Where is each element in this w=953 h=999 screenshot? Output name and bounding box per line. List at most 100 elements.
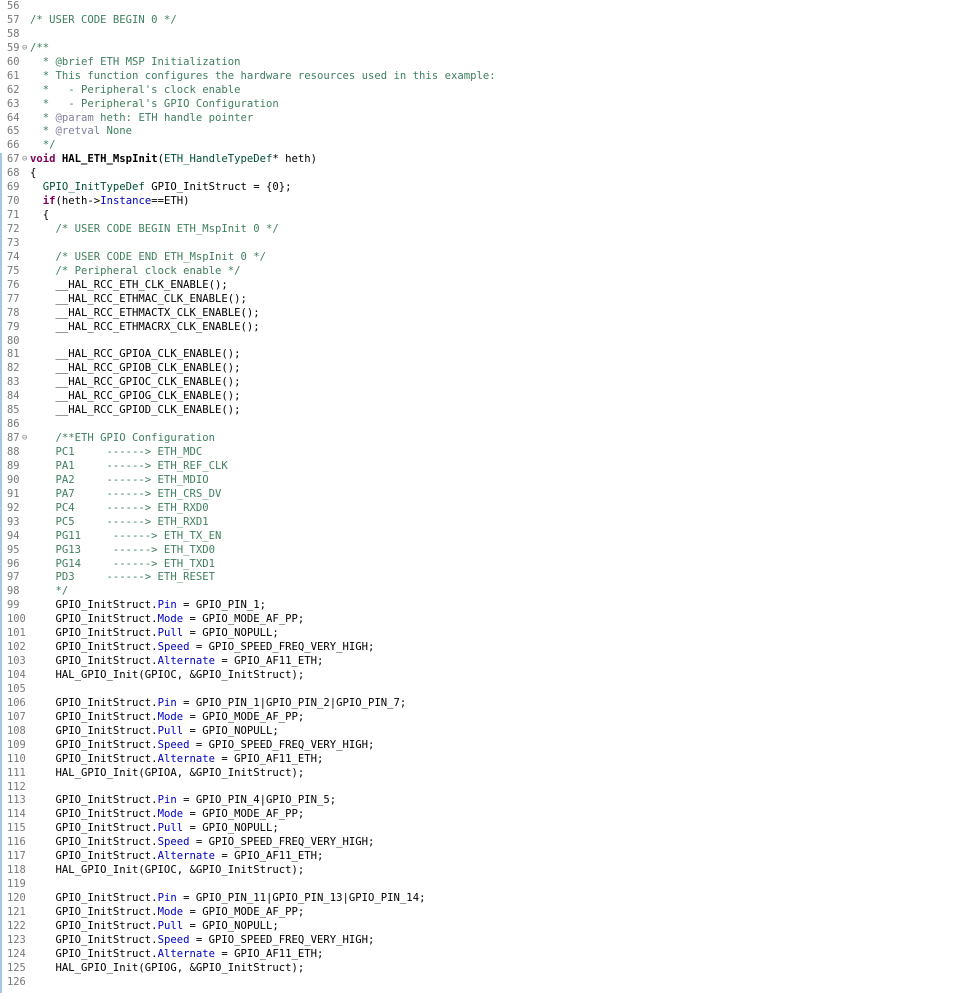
- code-line[interactable]: 77 __HAL_RCC_ETHMAC_CLK_ENABLE();: [0, 293, 953, 307]
- code-line[interactable]: 107 GPIO_InitStruct.Mode = GPIO_MODE_AF_…: [0, 711, 953, 725]
- code-line[interactable]: 103 GPIO_InitStruct.Alternate = GPIO_AF1…: [0, 655, 953, 669]
- code-line[interactable]: 93 PC5 ------> ETH_RXD1: [0, 516, 953, 530]
- code-line[interactable]: 118 HAL_GPIO_Init(GPIOC, &GPIO_InitStruc…: [0, 864, 953, 878]
- code-line[interactable]: 95 PG13 ------> ETH_TXD0: [0, 544, 953, 558]
- code-token: * This function configures the hardware …: [30, 69, 496, 82]
- code-line[interactable]: 99 GPIO_InitStruct.Pin = GPIO_PIN_1;: [0, 599, 953, 613]
- code-line[interactable]: 60 * @brief ETH MSP Initialization: [0, 56, 953, 70]
- code-line[interactable]: 116 GPIO_InitStruct.Speed = GPIO_SPEED_F…: [0, 836, 953, 850]
- code-token: GPIO_InitStruct.: [30, 613, 158, 626]
- code-token: */: [30, 139, 56, 152]
- code-line[interactable]: 67 ⊖ void HAL_ETH_MspInit(ETH_HandleTypeDe…: [0, 153, 953, 167]
- line-number: 88: [7, 446, 20, 458]
- code-line[interactable]: 69 GPIO_InitTypeDef GPIO_InitStruct = {0…: [0, 181, 953, 195]
- code-editor[interactable]: 56 57 /* USER CODE BEGIN 0 */ 58 59 ⊖/** 60 * …: [0, 0, 953, 999]
- code-line[interactable]: 98 */: [0, 585, 953, 599]
- code-token: PC1 ------> ETH_MDC: [30, 446, 203, 458]
- code-line[interactable]: 74 /* USER CODE END ETH_MspInit 0 */: [0, 251, 953, 265]
- code-line[interactable]: 102 GPIO_InitStruct.Speed = GPIO_SPEED_F…: [0, 641, 953, 655]
- code-line[interactable]: 81 __HAL_RCC_GPIOA_CLK_ENABLE();: [0, 348, 953, 362]
- code-line[interactable]: 90 PA2 ------> ETH_MDIO: [0, 474, 953, 488]
- code-line[interactable]: 101 GPIO_InitStruct.Pull = GPIO_NOPULL;: [0, 627, 953, 641]
- code-line[interactable]: 73: [0, 237, 953, 251]
- code-line[interactable]: 123 GPIO_InitStruct.Speed = GPIO_SPEED_F…: [0, 934, 953, 948]
- code-line[interactable]: 80: [0, 335, 953, 349]
- code-line[interactable]: 65 * @retval None: [0, 125, 953, 139]
- code-line[interactable]: 70 if(heth->Instance==ETH): [0, 195, 953, 209]
- code-line[interactable]: 63 * - Peripheral's GPIO Configuration: [0, 98, 953, 112]
- code-line[interactable]: 110 GPIO_InitStruct.Alternate = GPIO_AF1…: [0, 753, 953, 767]
- code-line[interactable]: 120 GPIO_InitStruct.Pin = GPIO_PIN_11|GP…: [0, 892, 953, 906]
- code-line[interactable]: 113 GPIO_InitStruct.Pin = GPIO_PIN_4|GPI…: [0, 794, 953, 808]
- code-text: GPIO_InitStruct.Speed = GPIO_SPEED_FREQ_…: [30, 739, 375, 753]
- code-line[interactable]: 66 */: [0, 139, 953, 153]
- code-line[interactable]: 76 __HAL_RCC_ETH_CLK_ENABLE();: [0, 279, 953, 293]
- code-token: *: [30, 111, 56, 124]
- code-line[interactable]: 104 HAL_GPIO_Init(GPIOC, &GPIO_InitStruc…: [0, 669, 953, 683]
- line-number: 85: [7, 404, 20, 417]
- code-line[interactable]: 86: [0, 418, 953, 432]
- code-token: = GPIO_AF11_ETH;: [214, 947, 324, 960]
- code-line[interactable]: 119: [0, 878, 953, 892]
- code-text: PC4 ------> ETH_RXD0: [30, 502, 209, 516]
- line-number: 107: [7, 710, 26, 723]
- code-line[interactable]: 108 GPIO_InitStruct.Pull = GPIO_NOPULL;: [0, 725, 953, 739]
- line-number: 108: [7, 724, 26, 737]
- code-line[interactable]: 78 __HAL_RCC_ETHMACTX_CLK_ENABLE();: [0, 307, 953, 321]
- code-line[interactable]: 124 GPIO_InitStruct.Alternate = GPIO_AF1…: [0, 948, 953, 962]
- code-text: GPIO_InitStruct.Speed = GPIO_SPEED_FREQ_…: [30, 934, 375, 948]
- code-line[interactable]: 96 PG14 ------> ETH_TXD1: [0, 558, 953, 572]
- code-line[interactable]: 112: [0, 781, 953, 795]
- code-line[interactable]: 84 __HAL_RCC_GPIOG_CLK_ENABLE();: [0, 390, 953, 404]
- code-token: Pin: [157, 599, 177, 612]
- code-line[interactable]: 109 GPIO_InitStruct.Speed = GPIO_SPEED_F…: [0, 739, 953, 753]
- code-line[interactable]: 62 * - Peripheral's clock enable: [0, 84, 953, 98]
- code-text: __HAL_RCC_GPIOB_CLK_ENABLE();: [30, 362, 241, 376]
- code-line[interactable]: 121 GPIO_InitStruct.Mode = GPIO_MODE_AF_…: [0, 906, 953, 920]
- code-line[interactable]: 64 * @param heth: ETH handle pointer: [0, 112, 953, 126]
- code-line[interactable]: 89 PA1 ------> ETH_REF_CLK: [0, 460, 953, 474]
- code-text: __HAL_RCC_GPIOD_CLK_ENABLE();: [30, 404, 241, 418]
- line-number: 77: [7, 292, 20, 305]
- code-line[interactable]: 75 /* Peripheral clock enable */: [0, 265, 953, 279]
- code-token: GPIO_InitStruct.: [30, 850, 158, 863]
- code-line[interactable]: 57 /* USER CODE BEGIN 0 */: [0, 14, 953, 28]
- code-line[interactable]: 92 PC4 ------> ETH_RXD0: [0, 502, 953, 516]
- code-line[interactable]: 68 {: [0, 167, 953, 181]
- code-line[interactable]: 82 __HAL_RCC_GPIOB_CLK_ENABLE();: [0, 362, 953, 376]
- line-number: 92: [7, 501, 20, 514]
- code-line[interactable]: 87 ⊖ /**ETH GPIO Configuration: [0, 432, 953, 446]
- line-number: 115: [7, 822, 26, 835]
- code-line[interactable]: 111 HAL_GPIO_Init(GPIOA, &GPIO_InitStruc…: [0, 767, 953, 781]
- code-line[interactable]: 97 PD3 ------> ETH_RESET: [0, 571, 953, 585]
- code-line[interactable]: 61 * This function configures the hardwa…: [0, 70, 953, 84]
- code-line[interactable]: 83 __HAL_RCC_GPIOC_CLK_ENABLE();: [0, 376, 953, 390]
- code-line[interactable]: 56: [0, 0, 953, 14]
- code-line[interactable]: 106 GPIO_InitStruct.Pin = GPIO_PIN_1|GPI…: [0, 697, 953, 711]
- code-token: __HAL_RCC_GPIOB_CLK_ENABLE();: [30, 362, 241, 375]
- code-line[interactable]: 88 PC1 ------> ETH_MDC: [0, 446, 953, 460]
- code-token: PC4 ------> ETH_RXD0: [30, 501, 209, 514]
- line-number: 124: [7, 947, 26, 960]
- code-line[interactable]: 117 GPIO_InitStruct.Alternate = GPIO_AF1…: [0, 850, 953, 864]
- code-line[interactable]: 79 __HAL_RCC_ETHMACRX_CLK_ENABLE();: [0, 321, 953, 335]
- line-number: 79: [7, 320, 20, 333]
- code-line[interactable]: 105: [0, 683, 953, 697]
- code-text: __HAL_RCC_GPIOA_CLK_ENABLE();: [30, 348, 241, 362]
- code-line[interactable]: 85 __HAL_RCC_GPIOD_CLK_ENABLE();: [0, 404, 953, 418]
- code-line[interactable]: 122 GPIO_InitStruct.Pull = GPIO_NOPULL;: [0, 920, 953, 934]
- code-line[interactable]: 100 GPIO_InitStruct.Mode = GPIO_MODE_AF_…: [0, 613, 953, 627]
- code-line[interactable]: 125 HAL_GPIO_Init(GPIOG, &GPIO_InitStruc…: [0, 962, 953, 976]
- code-line[interactable]: 72 /* USER CODE BEGIN ETH_MspInit 0 */: [0, 223, 953, 237]
- code-line[interactable]: 114 GPIO_InitStruct.Mode = GPIO_MODE_AF_…: [0, 808, 953, 822]
- code-line[interactable]: 94 PG11 ------> ETH_TX_EN: [0, 530, 953, 544]
- code-text: GPIO_InitStruct.Mode = GPIO_MODE_AF_PP;: [30, 808, 305, 822]
- code-line[interactable]: 58: [0, 28, 953, 42]
- code-line[interactable]: 115 GPIO_InitStruct.Pull = GPIO_NOPULL;: [0, 822, 953, 836]
- code-line[interactable]: 59 ⊖/**: [0, 42, 953, 56]
- code-line[interactable]: 71 {: [0, 209, 953, 223]
- line-number: 97: [7, 571, 20, 584]
- code-line[interactable]: 91 PA7 ------> ETH_CRS_DV: [0, 488, 953, 502]
- code-line[interactable]: 126: [0, 976, 953, 990]
